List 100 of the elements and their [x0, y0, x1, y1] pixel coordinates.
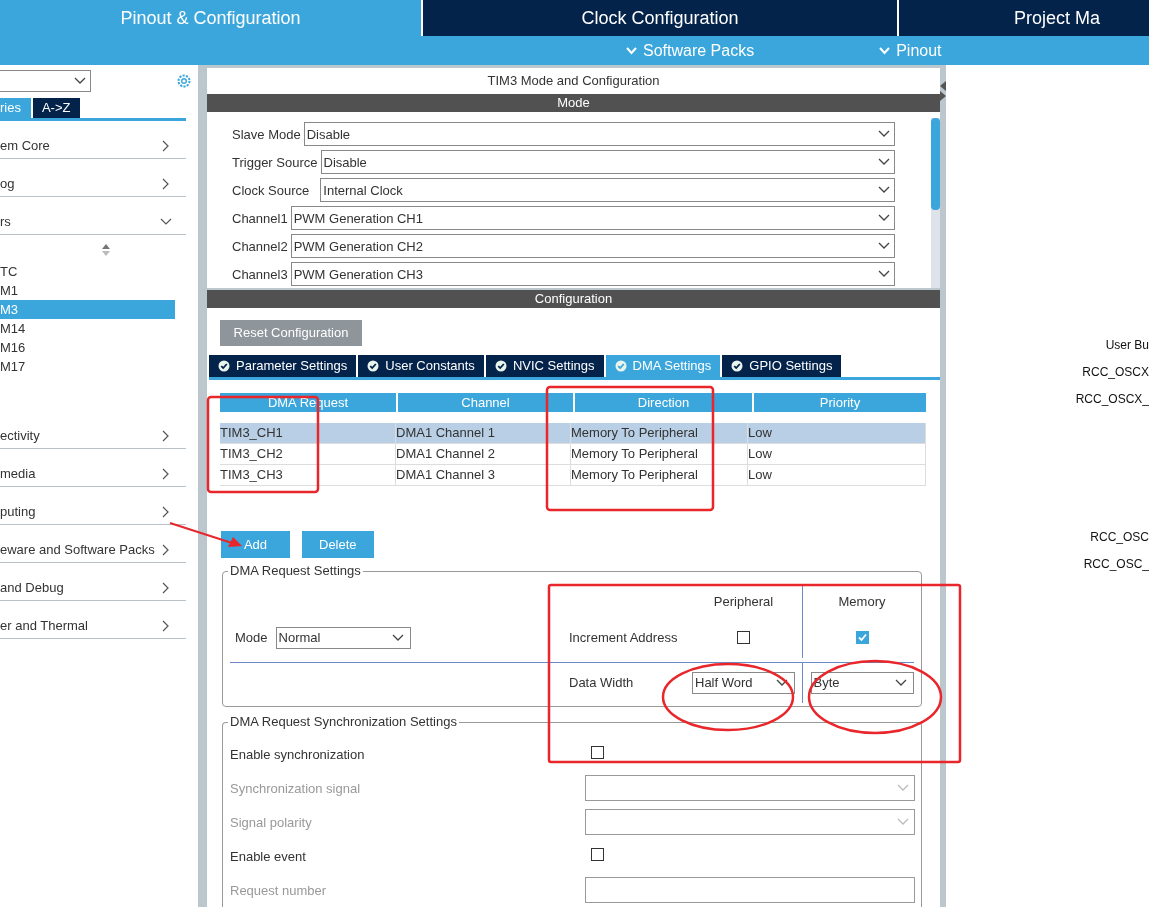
check-circle-icon [494, 359, 507, 372]
column-header: Peripheral [712, 594, 775, 610]
width-dropdown[interactable]: Half Word [692, 671, 795, 694]
mode-dropdown[interactable]: Disable [320, 150, 895, 175]
top-tab[interactable]: Project Ma [899, 0, 1149, 36]
table-cell: TIM3_CH3 [220, 464, 396, 485]
check-circle-icon [614, 359, 627, 372]
category-item[interactable]: er and Thermal [0, 601, 186, 639]
table-cell: TIM3_CH2 [220, 443, 396, 464]
field-label: Enable synchronization [230, 746, 366, 762]
field-label: Increment Address [568, 630, 679, 646]
pin-label: User Bu [1105, 337, 1149, 354]
chevron-down-icon [897, 784, 909, 792]
check-circle-icon [731, 359, 744, 372]
field-label: Clock Source [232, 182, 310, 198]
table-cell: Low [748, 464, 926, 485]
table-cell: Memory To Peripheral [571, 464, 748, 485]
scrollbar[interactable] [931, 118, 940, 289]
input-field[interactable] [585, 877, 915, 903]
category-dropdown[interactable] [0, 70, 91, 92]
table-cell: DMA1 Channel 3 [396, 464, 571, 485]
peripheral-item[interactable]: M16 [0, 338, 175, 357]
field-label: Synchronization signal [230, 780, 362, 796]
chevron-down-icon [626, 46, 637, 55]
chevron-down-icon [878, 158, 890, 167]
category-item[interactable]: puting [0, 487, 186, 525]
sidebar-tab[interactable]: A->Z [32, 98, 80, 118]
check-circle-icon [367, 359, 380, 372]
field-label: Channel3 [232, 266, 288, 282]
settings-tab[interactable]: Parameter Settings [209, 354, 357, 377]
section-header: Configuration [207, 290, 940, 309]
mode-dropdown[interactable]: PWM Generation CH1 [290, 206, 895, 231]
table-row[interactable]: TIM3_CH2 DMA1 Channel 2 Memory To Peripheral Low [220, 443, 926, 465]
top-tab[interactable]: Clock Configuration [423, 0, 897, 36]
settings-icon[interactable] [176, 73, 192, 89]
field-label: Slave Mode [232, 126, 301, 142]
settings-tab[interactable]: User Constants [358, 354, 484, 377]
mode-dropdown[interactable]: PWM Generation CH2 [290, 234, 895, 259]
settings-tab[interactable]: NVIC Settings [485, 354, 604, 377]
table-row[interactable]: TIM3_CH3 DMA1 Channel 3 Memory To Peripheral Low [220, 464, 926, 486]
field-label: Channel2 [232, 238, 288, 254]
settings-tab[interactable]: GPIO Settings [722, 354, 842, 377]
width-dropdown[interactable]: Byte [810, 671, 914, 694]
dropdown[interactable] [585, 809, 915, 835]
dropdown[interactable] [585, 775, 915, 801]
group-title: DMA Request Synchronization Settings [228, 714, 459, 729]
peripheral-item[interactable]: M17 [0, 357, 175, 376]
section-header: Mode [207, 94, 940, 113]
chevron-down-icon [878, 242, 890, 251]
table-cell: Memory To Peripheral [571, 443, 748, 464]
chevron-down-icon [878, 130, 890, 139]
chevron-down-icon [74, 77, 86, 85]
sort-icon[interactable] [101, 244, 110, 256]
mode-dropdown[interactable]: Internal Clock [320, 178, 895, 203]
category-item[interactable]: and Debug [0, 563, 186, 601]
peripheral-item[interactable]: M14 [0, 319, 175, 338]
field-label: Data Width [568, 675, 635, 691]
category-item[interactable]: media [0, 449, 186, 487]
category-item[interactable]: rs [0, 197, 186, 235]
category-item[interactable]: ectivity [0, 411, 186, 449]
checkbox[interactable] [591, 746, 604, 759]
chevron-down-icon [879, 46, 891, 55]
pin-label: RCC_OSCX [1082, 364, 1149, 381]
pin-label: RCC_OSC [1090, 529, 1149, 546]
chevron-down-icon [878, 214, 890, 223]
table-cell: Low [748, 422, 926, 443]
category-item[interactable]: og [0, 159, 186, 197]
field-label: Request number [230, 882, 328, 898]
panel-title: TIM3 Mode and Configuration [486, 72, 661, 90]
mode-dropdown[interactable]: PWM Generation CH3 [290, 262, 895, 287]
pin-label: RCC_OSC_ [1083, 556, 1149, 573]
table-cell: DMA1 Channel 2 [396, 443, 571, 464]
checkbox[interactable] [737, 631, 750, 645]
field-label: Channel1 [232, 210, 288, 226]
column-header: Channel [398, 392, 573, 412]
category-item[interactable]: em Core [0, 121, 186, 159]
mode-dropdown[interactable]: Disable [303, 122, 895, 147]
column-header: Priority [754, 392, 926, 412]
peripheral-item[interactable]: M1 [0, 281, 175, 300]
field-label: Signal polarity [230, 814, 313, 830]
peripheral-item[interactable]: TC [0, 262, 175, 281]
table-row[interactable]: TIM3_CH1 DMA1 Channel 1 Memory To Peripheral Low [220, 422, 926, 444]
chevron-down-icon [894, 678, 907, 687]
chevron-down-icon [897, 818, 909, 826]
field-label: Enable event [230, 848, 307, 864]
chevron-down-icon [776, 678, 788, 687]
pin-label: RCC_OSCX_ [1075, 391, 1149, 408]
check-circle-icon [218, 359, 230, 372]
chevron-down-icon [391, 633, 404, 642]
chevron-down-icon [878, 270, 890, 279]
mode-dropdown[interactable]: Normal [275, 626, 411, 649]
field-label: Trigger Source [232, 154, 318, 170]
category-item[interactable]: eware and Software Packs [0, 525, 186, 563]
table-cell: TIM3_CH1 [220, 422, 396, 443]
checkbox[interactable] [591, 848, 604, 861]
table-cell: Memory To Peripheral [571, 422, 748, 443]
table-cell: Low [748, 443, 926, 464]
checkbox[interactable] [855, 631, 869, 645]
chevron-down-icon [878, 186, 890, 195]
column-header: Memory [802, 585, 921, 618]
